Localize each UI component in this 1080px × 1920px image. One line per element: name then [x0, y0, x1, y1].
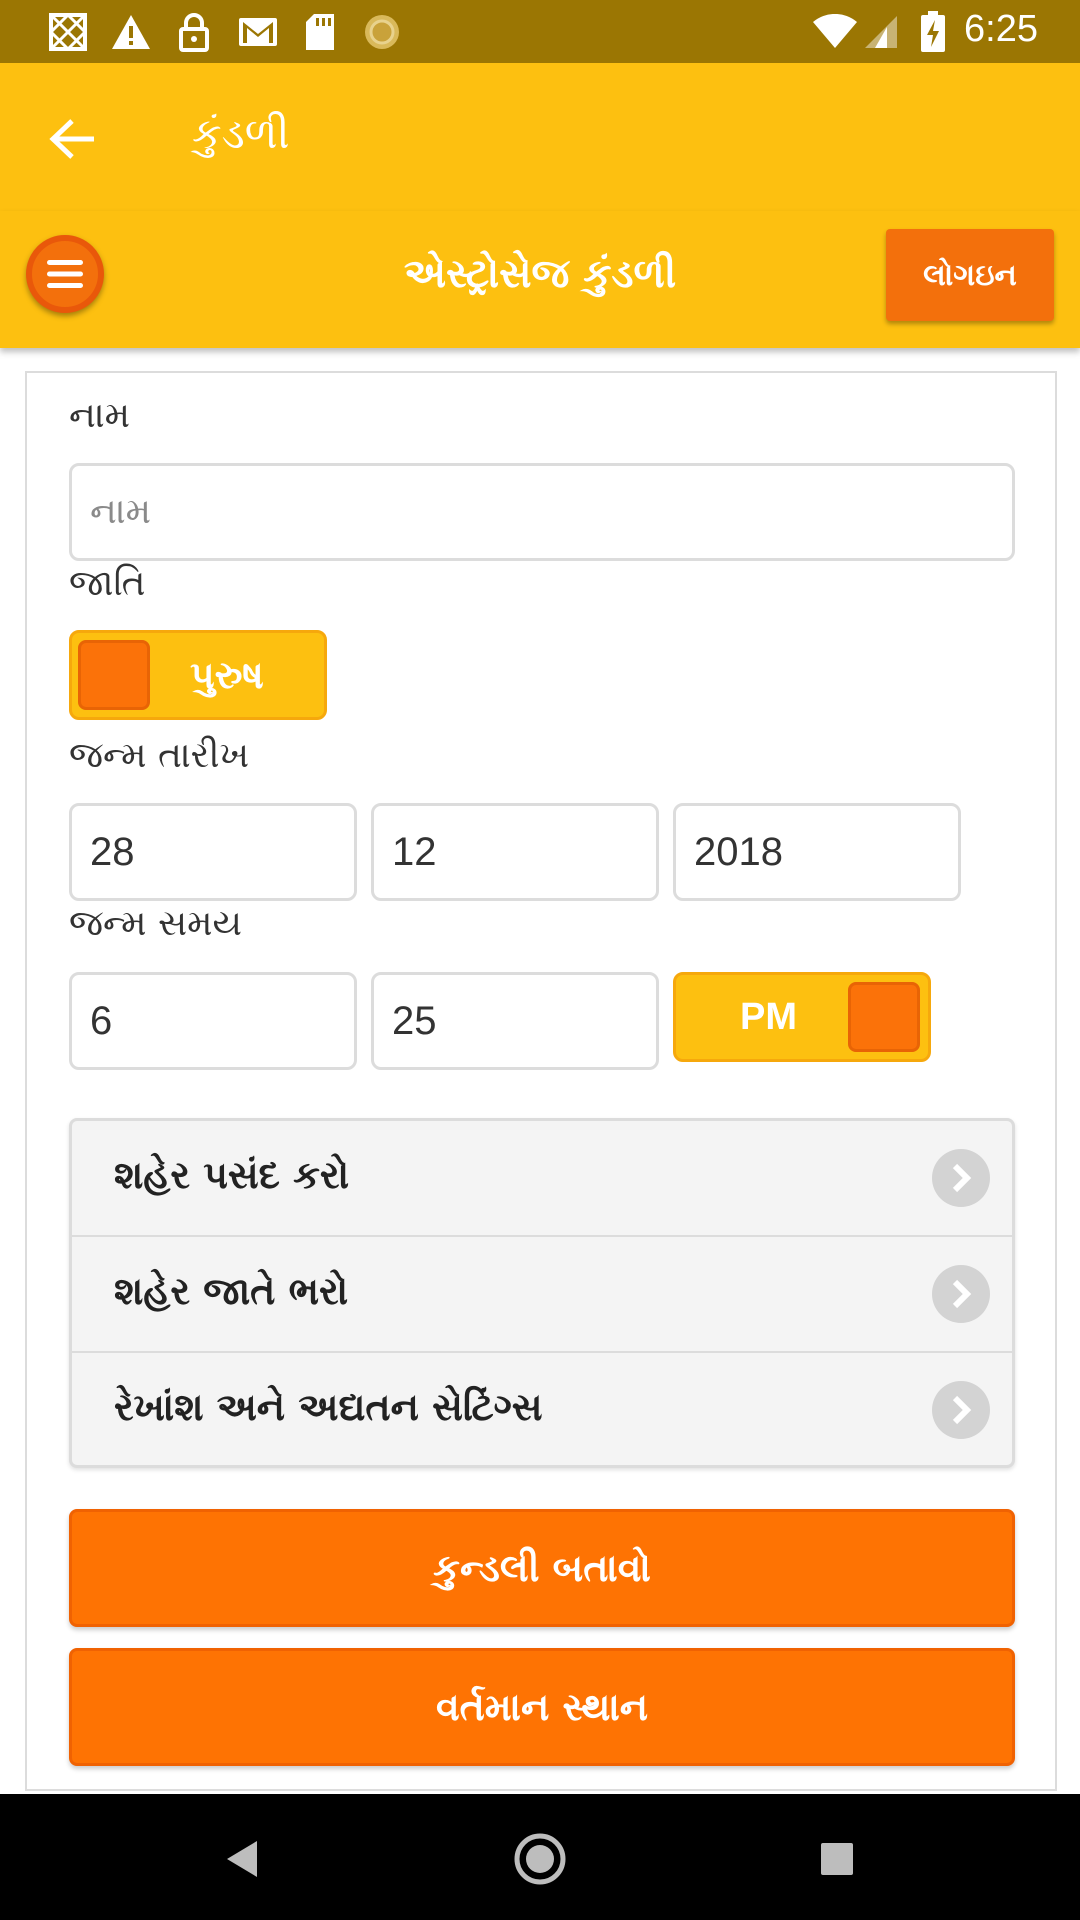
- birth-day-input[interactable]: 28: [69, 803, 357, 901]
- gender-label: જાતિ: [69, 563, 146, 604]
- kundli-form-card: નામ નામ જાતિ પુરુષ જન્મ તારીખ 28 12 2018…: [25, 371, 1057, 1791]
- birth-hour-input[interactable]: 6: [69, 972, 357, 1070]
- chevron-right-icon: [932, 1381, 990, 1439]
- gender-toggle-knob: [78, 640, 150, 710]
- chevron-right-icon: [932, 1149, 990, 1207]
- sd-card-icon: [302, 14, 338, 50]
- gender-toggle[interactable]: પુરુષ: [69, 630, 327, 720]
- current-location-button[interactable]: વર્તમાન સ્થાન: [69, 1648, 1015, 1766]
- nav-back-button[interactable]: [206, 1824, 276, 1894]
- ampm-value: PM: [740, 995, 797, 1038]
- show-kundli-button[interactable]: કુન્ડલી બતાવો: [69, 1509, 1015, 1627]
- battery-charging-icon: [918, 11, 948, 52]
- list-item-advanced-settings[interactable]: રેખાંશ અને અદ્યતન સેટિંગ્સ: [72, 1353, 1012, 1465]
- triangle-back-icon: [227, 1841, 257, 1877]
- birth-year-input[interactable]: 2018: [673, 803, 961, 901]
- list-item-select-city[interactable]: શહેર પસંદ કરો: [72, 1121, 1012, 1237]
- nav-home-button[interactable]: [505, 1824, 575, 1894]
- warning-icon: [108, 14, 154, 50]
- circle-home-icon: [514, 1833, 566, 1885]
- clock-time: 6:25: [964, 8, 1038, 50]
- name-input[interactable]: નામ: [69, 463, 1015, 561]
- app-bar: કુંડળી: [0, 63, 1080, 211]
- gmail-icon: [236, 14, 280, 50]
- sim-blocked-icon: [46, 12, 90, 52]
- lock-icon: [176, 13, 212, 52]
- signal-icon: [864, 14, 900, 50]
- list-item-label: શહેર જાતે ભરો: [114, 1269, 349, 1313]
- sun-app-icon: [362, 14, 402, 50]
- status-bar: 6:25: [0, 0, 1080, 63]
- app-bar-title: કુંડળી: [192, 109, 290, 158]
- birth-time-label: જન્મ સમય: [69, 903, 243, 944]
- location-options-list: શહેર પસંદ કરો શહેર જાતે ભરો રેખાંશ અને અ…: [69, 1118, 1015, 1468]
- birth-date-label: જન્મ તારીખ: [69, 735, 250, 776]
- system-nav-bar: [0, 1794, 1080, 1920]
- square-recents-icon: [821, 1843, 853, 1875]
- birth-minute-input[interactable]: 25: [371, 972, 659, 1070]
- birth-month-input[interactable]: 12: [371, 803, 659, 901]
- login-button[interactable]: લોગઇન: [886, 229, 1054, 321]
- list-item-label: રેખાંશ અને અદ્યતન સેટિંગ્સ: [114, 1385, 543, 1429]
- back-button[interactable]: [40, 107, 104, 171]
- list-item-label: શહેર પસંદ કરો: [114, 1153, 350, 1197]
- gender-value: પુરુષ: [190, 652, 264, 697]
- chevron-right-icon: [932, 1265, 990, 1323]
- nav-recents-button[interactable]: [802, 1824, 872, 1894]
- arrow-back-icon: [49, 119, 94, 159]
- ampm-toggle-knob: [848, 982, 920, 1052]
- list-item-enter-city[interactable]: શહેર જાતે ભરો: [72, 1237, 1012, 1353]
- wifi-icon: [810, 14, 860, 50]
- name-label: નામ: [69, 395, 131, 436]
- page-header: એસ્ટ્રોસેજ કુંડળી લોગઇન: [0, 211, 1080, 348]
- ampm-toggle[interactable]: PM: [673, 972, 931, 1062]
